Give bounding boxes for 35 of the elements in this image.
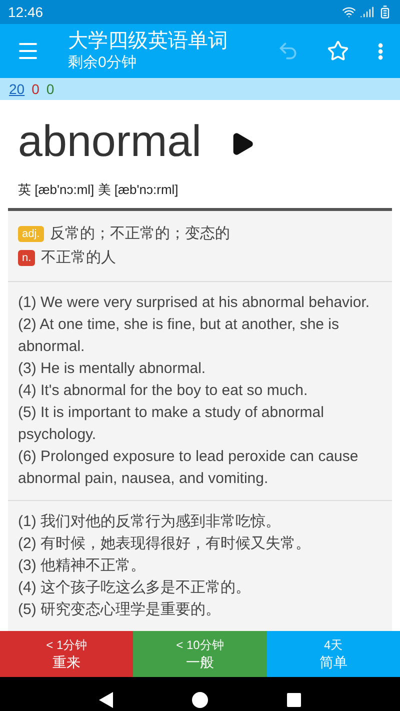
home-icon[interactable] <box>192 692 208 708</box>
app-title: 大学四级英语单词 <box>68 29 229 53</box>
definition-text: 反常的；不正常的；变态的 <box>50 224 230 244</box>
word: abnormal <box>18 116 202 168</box>
example-sentence: (5) It is important to make a study of abnormal psychology. <box>18 402 325 444</box>
undo-icon <box>277 40 299 62</box>
answer-button[interactable]: < 1分钟 重来 <box>0 630 134 676</box>
signal-icon <box>360 5 374 19</box>
example-sentence: (3) He is mentally abnormal. <box>18 358 207 378</box>
part-of-speech-tag: n. <box>18 250 36 266</box>
back-icon[interactable] <box>99 692 114 708</box>
example-translation: (5) 研究变态心理学是重要的。 <box>18 600 222 620</box>
example-sentence: (6) Prolonged exposure to lead peroxide can cause abnormal pain, nausea, and vomiting. <box>18 446 360 488</box>
example-translation: (4) 这个孩子吃这么多是不正常的。 <box>18 578 252 598</box>
battery-icon <box>378 5 392 19</box>
example-translation: (2) 有时候，她表现得很好，有时候又失常。 <box>18 534 312 554</box>
count-label: 0 <box>46 80 54 98</box>
recents-icon[interactable] <box>286 693 301 707</box>
definition-text: 不正常的人 <box>41 248 116 268</box>
wifi-icon <box>342 5 356 19</box>
count-label: 20 <box>9 80 25 98</box>
phonetic: 英 [æb'nɔ:ml] 美 [æb'nɔ:rml] <box>17 181 180 199</box>
answer-button[interactable]: 4天 简单 <box>266 630 400 676</box>
count-label: 0 <box>32 80 40 98</box>
example-translation: (1) 我们对他的反常行为感到非常吃惊。 <box>18 512 282 532</box>
clock: 12:46 <box>8 3 44 22</box>
part-of-speech-tag: adj. <box>18 226 44 242</box>
example-sentence: (4) It's abnormal for the boy to eat so much. <box>18 380 309 400</box>
example-sentence: (2) At one time, she is fine, but at another, she is abnormal. <box>18 314 340 356</box>
example-sentence: (1) We were very surprised at his abnormal behavior. <box>18 292 371 312</box>
star-icon <box>327 40 349 62</box>
app-subtitle: 剩余0分钟 <box>68 53 138 73</box>
answer-button[interactable]: < 10分钟 一般 <box>133 630 267 676</box>
more-icon <box>378 42 382 60</box>
example-translation: (3) 他精神不正常。 <box>18 556 146 576</box>
